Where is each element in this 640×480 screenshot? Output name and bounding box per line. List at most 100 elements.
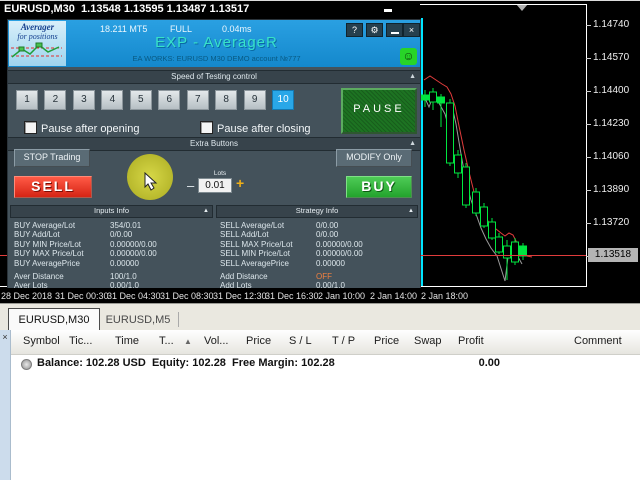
info-row: SELL Average/Lot0/0.00 bbox=[220, 221, 418, 230]
settings-gear-icon[interactable]: ⚙ bbox=[366, 23, 383, 37]
info-row: BUY AveragePrice0.00000 bbox=[14, 259, 213, 268]
modify-only-button[interactable]: MODIFY Only bbox=[336, 149, 412, 167]
sort-ascending-icon[interactable]: ▲ bbox=[184, 337, 192, 346]
pause-after-closing-checkbox[interactable]: Pause after closing bbox=[200, 121, 311, 135]
column-comment[interactable]: Comment bbox=[574, 335, 622, 347]
column-swap[interactable]: Swap bbox=[414, 335, 442, 347]
time-label: 31 Dec 16:30 bbox=[265, 291, 319, 301]
info-row: SELL AveragePrice0.00000 bbox=[220, 259, 418, 268]
time-axis: 28 Dec 2018 31 Dec 00:30 31 Dec 04:30 31… bbox=[0, 288, 640, 303]
close-icon[interactable]: × bbox=[403, 23, 420, 37]
balance-collapse-icon[interactable] bbox=[21, 359, 32, 370]
speed-button-3[interactable]: 3 bbox=[73, 90, 95, 110]
info-row: Aver Lots0.00/1.0 bbox=[14, 281, 213, 288]
minimize-dash-icon bbox=[384, 9, 392, 12]
column-time[interactable]: Time bbox=[115, 335, 139, 347]
info-row: BUY MAX Price/Lot0.00000/0.00 bbox=[14, 249, 213, 258]
tab-eurusd-m30[interactable]: EURUSD,M30 bbox=[8, 308, 100, 332]
smiley-status-icon[interactable]: ☺ bbox=[400, 48, 417, 65]
lots-input[interactable] bbox=[198, 178, 232, 193]
column-price-open[interactable]: Price bbox=[246, 335, 271, 347]
speed-button-8[interactable]: 8 bbox=[215, 90, 237, 110]
price-scale: 1.14740 1.14570 1.14400 1.14230 1.14060 … bbox=[586, 0, 640, 288]
collapse-icon[interactable]: ▲ bbox=[409, 71, 416, 83]
window-top-edge bbox=[0, 0, 640, 1]
ea-subtitle: EA WORKS: EURUSD M30 DEMO account №777 bbox=[68, 54, 365, 63]
speed-button-7[interactable]: 7 bbox=[187, 90, 209, 110]
inputs-info-panel: Inputs Info ▲ BUY Average/Lot354/0.01 BU… bbox=[10, 205, 213, 288]
speed-buttons: 1 2 3 4 5 6 7 8 9 10 bbox=[16, 90, 296, 110]
time-label: 31 Dec 12:30 bbox=[213, 291, 267, 301]
ea-averager-panel: Averager for positions 18.211 MT5 FULL 0… bbox=[8, 20, 420, 288]
tab-eurusd-m5[interactable]: EURUSD,M5 bbox=[102, 310, 174, 330]
info-row: SELL MAX Price/Lot0.00000/0.00 bbox=[220, 240, 418, 249]
collapse-icon[interactable]: ▲ bbox=[408, 206, 414, 216]
ea-title: EXP - AverageR bbox=[68, 34, 365, 51]
panel-header: Averager for positions 18.211 MT5 FULL 0… bbox=[8, 20, 420, 67]
speed-section-header[interactable]: Speed of Testing control ▲ bbox=[8, 70, 420, 84]
sell-button[interactable]: SELL bbox=[14, 176, 92, 198]
price-label: 1.13890 bbox=[593, 184, 639, 195]
column-profit[interactable]: Profit bbox=[458, 335, 484, 347]
strategy-info-panel: Strategy Info ▲ SELL Average/Lot0/0.00 S… bbox=[216, 205, 418, 288]
speed-button-2[interactable]: 2 bbox=[44, 90, 66, 110]
collapse-icon[interactable]: ▲ bbox=[203, 206, 209, 216]
column-symbol[interactable]: Symbol bbox=[23, 335, 60, 347]
column-sl[interactable]: S / L bbox=[289, 335, 312, 347]
speed-stat-label: 0.04ms bbox=[222, 24, 252, 34]
speed-button-1[interactable]: 1 bbox=[16, 90, 38, 110]
pause-button[interactable]: PAUSE bbox=[341, 88, 417, 134]
price-label: 1.14400 bbox=[593, 85, 639, 96]
lots-label: Lots bbox=[204, 170, 236, 177]
info-row: SELL Add/Lot0/0.00 bbox=[220, 230, 418, 239]
strategy-info-header[interactable]: Strategy Info ▲ bbox=[216, 205, 418, 218]
minimize-icon[interactable] bbox=[386, 23, 403, 37]
speed-button-9[interactable]: 9 bbox=[244, 90, 266, 110]
info-row: SELL MIN Price/Lot0.00000/0.00 bbox=[220, 249, 418, 258]
price-label: 1.14740 bbox=[593, 19, 639, 30]
stop-trading-button[interactable]: STOP Trading bbox=[14, 149, 90, 167]
time-label: 31 Dec 08:30 bbox=[160, 291, 214, 301]
inputs-info-header[interactable]: Inputs Info ▲ bbox=[10, 205, 213, 218]
balance-text: Balance: 102.28 USD Equity: 102.28 Free … bbox=[37, 357, 335, 369]
info-row: Add DistanceOFF bbox=[220, 272, 418, 281]
speed-button-5[interactable]: 5 bbox=[130, 90, 152, 110]
info-row: BUY Add/Lot0/0.00 bbox=[14, 230, 213, 239]
terminal-panel: × Symbol Tic... Time T... ▲ Vol... Price… bbox=[0, 330, 640, 480]
price-label: 1.14570 bbox=[593, 52, 639, 63]
pause-after-opening-checkbox[interactable]: Pause after opening bbox=[24, 121, 139, 135]
checkbox-icon[interactable] bbox=[24, 121, 37, 134]
balance-profit: 0.00 bbox=[456, 357, 500, 369]
terminal-close-icon[interactable]: × bbox=[0, 332, 10, 343]
time-label: 31 Dec 00:30 bbox=[55, 291, 109, 301]
info-row: Add Lots0.00/1.0 bbox=[220, 281, 418, 288]
time-label: 28 Dec 2018 bbox=[1, 291, 52, 301]
speed-button-4[interactable]: 4 bbox=[101, 90, 123, 110]
version-label: 18.211 MT5 bbox=[100, 24, 147, 34]
chart-title-ohlc: EURUSD,M30 1.13548 1.13595 1.13487 1.135… bbox=[4, 3, 249, 15]
logo-chart-graphic bbox=[9, 41, 64, 61]
plot-border-top bbox=[420, 4, 587, 5]
lots-decrease-button[interactable]: – bbox=[187, 178, 194, 193]
column-price-current[interactable]: Price bbox=[374, 335, 399, 347]
mt4-window: EURUSD,M30 1.13548 1.13595 1.13487 1.135… bbox=[0, 0, 640, 480]
lots-increase-button[interactable]: + bbox=[236, 175, 244, 191]
speed-button-6[interactable]: 6 bbox=[158, 90, 180, 110]
averager-logo: Averager for positions bbox=[9, 21, 66, 66]
buy-button[interactable]: BUY bbox=[346, 176, 412, 198]
column-volume[interactable]: Vol... bbox=[204, 335, 228, 347]
terminal-edge: × bbox=[0, 330, 11, 480]
column-ticket[interactable]: Tic... bbox=[69, 335, 92, 347]
column-tp[interactable]: T / P bbox=[332, 335, 355, 347]
terminal-table-header: Symbol Tic... Time T... ▲ Vol... Price S… bbox=[11, 330, 640, 355]
price-label: 1.14060 bbox=[593, 151, 639, 162]
balance-row[interactable]: Balance: 102.28 USD Equity: 102.28 Free … bbox=[11, 355, 640, 373]
time-label: 2 Jan 18:00 bbox=[421, 291, 468, 301]
column-type[interactable]: T... bbox=[159, 335, 174, 347]
chart-tab-bar: EURUSD,M30 EURUSD,M5 bbox=[0, 303, 640, 331]
price-label: 1.13720 bbox=[593, 217, 639, 228]
info-row: Aver Distance100/1.0 bbox=[14, 272, 213, 281]
checkbox-icon[interactable] bbox=[200, 121, 213, 134]
speed-button-10[interactable]: 10 bbox=[272, 90, 294, 110]
license-label: FULL bbox=[170, 24, 192, 34]
